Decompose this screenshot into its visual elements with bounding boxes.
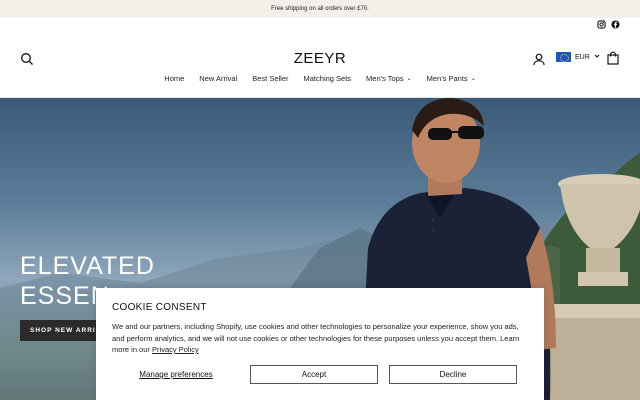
main-nav: Home New Arrival Best Seller Matching Se… (0, 74, 640, 83)
nav-label: Matching Sets (303, 74, 352, 83)
cookie-consent-dialog: COOKIE CONSENT We and our partners, incl… (96, 288, 544, 400)
chevron-down-icon: ⌄ (406, 76, 412, 82)
eu-flag-icon (556, 52, 571, 62)
instagram-icon[interactable] (597, 20, 606, 29)
nav-item-best-seller[interactable]: Best Seller (252, 74, 288, 83)
manage-preferences-button[interactable]: Manage preferences (112, 365, 240, 384)
nav-item-matching-sets[interactable]: Matching Sets (304, 74, 352, 83)
nav-item-new-arrival[interactable]: New Arrival (199, 74, 237, 83)
announcement-text: Free shipping on all orders over £70. (271, 6, 369, 12)
cookie-actions: Manage preferences Accept Decline (112, 365, 528, 384)
nav-label: Home (164, 74, 185, 83)
currency-label: EUR (575, 53, 590, 61)
currency-selector[interactable]: EUR (556, 52, 600, 62)
cart-icon[interactable] (606, 51, 620, 65)
facebook-icon[interactable] (611, 20, 620, 29)
announcement-bar: Free shipping on all orders over £70. (0, 0, 640, 18)
cookie-body: We and our partners, including Shopify, … (112, 321, 528, 356)
nav-item-mens-pants[interactable]: Men's Pants ⌄ (427, 74, 476, 83)
nav-item-home[interactable]: Home (164, 74, 184, 83)
nav-item-mens-tops[interactable]: Men's Tops ⌄ (366, 74, 412, 83)
nav-label: Men's Pants (426, 74, 468, 83)
privacy-policy-link[interactable]: Privacy Policy (152, 345, 199, 354)
cookie-title: COOKIE CONSENT (112, 302, 207, 313)
account-icon[interactable] (532, 52, 546, 66)
nav-label: New Arrival (199, 74, 238, 83)
chevron-down-icon: ⌄ (470, 76, 476, 82)
decline-button[interactable]: Decline (389, 365, 517, 384)
accept-button[interactable]: Accept (250, 365, 378, 384)
social-links (597, 20, 620, 29)
hero-title-line-1: ELEVATED (20, 252, 155, 280)
chevron-down-icon (594, 53, 600, 61)
nav-label: Men's Tops (366, 74, 404, 83)
site-header: ZEEYR EUR (0, 40, 640, 76)
nav-label: Best Seller (252, 74, 289, 83)
